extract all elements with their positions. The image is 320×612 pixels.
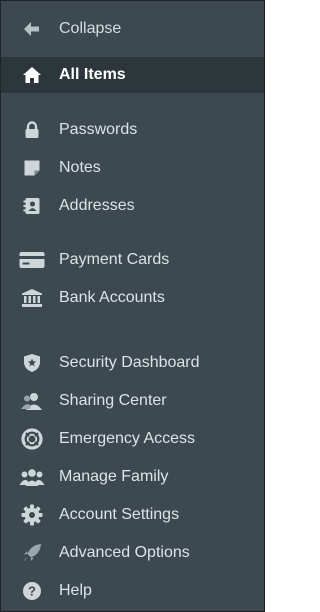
sidebar-item-advanced-options[interactable]: Advanced Options: [1, 535, 264, 571]
sidebar-item-security-dashboard[interactable]: Security Dashboard: [1, 345, 264, 381]
sidebar-item-label: Account Settings: [59, 506, 180, 523]
collapse-label: Collapse: [59, 20, 122, 37]
arrow-left-icon: [19, 18, 45, 40]
sidebar-item-account-settings[interactable]: Account Settings: [1, 497, 264, 533]
sidebar-item-label: Notes: [59, 159, 101, 176]
family-icon: [19, 466, 45, 488]
share-user-icon: [19, 390, 45, 412]
sidebar-item-all-items[interactable]: All Items: [1, 57, 264, 93]
sidebar-item-emergency-access[interactable]: Emergency Access: [1, 421, 264, 457]
sidebar-item-label: Bank Accounts: [59, 289, 165, 306]
sidebar-item-label: Sharing Center: [59, 392, 167, 409]
life-ring-icon: [19, 428, 45, 450]
sidebar-item-label: Advanced Options: [59, 544, 190, 561]
sidebar-item-label: Help: [59, 582, 92, 599]
sidebar-nav: Collapse All Items Passwords Notes Addre…: [0, 0, 265, 612]
sidebar-item-manage-family[interactable]: Manage Family: [1, 459, 264, 495]
address-book-icon: [19, 195, 45, 217]
sidebar-item-addresses[interactable]: Addresses: [1, 188, 264, 224]
sidebar-item-bank-accounts[interactable]: Bank Accounts: [1, 280, 264, 316]
lock-icon: [19, 119, 45, 141]
help-icon: ?: [19, 580, 45, 602]
sidebar-item-sharing-center[interactable]: Sharing Center: [1, 383, 264, 419]
home-icon: [19, 64, 45, 86]
rocket-icon: [19, 542, 45, 564]
sidebar-item-label: Addresses: [59, 197, 135, 214]
sidebar-item-passwords[interactable]: Passwords: [1, 112, 264, 148]
sidebar-item-label: All Items: [59, 66, 126, 83]
collapse-button[interactable]: Collapse: [1, 11, 264, 47]
sidebar-item-payment-cards[interactable]: Payment Cards: [1, 242, 264, 278]
sidebar-item-label: Passwords: [59, 121, 138, 138]
sidebar-item-label: Manage Family: [59, 468, 169, 485]
sidebar-item-label: Security Dashboard: [59, 354, 200, 371]
sidebar-item-help[interactable]: ? Help: [1, 573, 264, 609]
sidebar-item-label: Emergency Access: [59, 430, 196, 447]
credit-card-icon: [19, 249, 45, 271]
gear-icon: [19, 504, 45, 526]
note-icon: [19, 157, 45, 179]
sidebar-item-label: Payment Cards: [59, 251, 170, 268]
bank-icon: [19, 287, 45, 309]
shield-star-icon: [19, 352, 45, 374]
sidebar-item-notes[interactable]: Notes: [1, 150, 264, 186]
svg-text:?: ?: [28, 584, 36, 599]
